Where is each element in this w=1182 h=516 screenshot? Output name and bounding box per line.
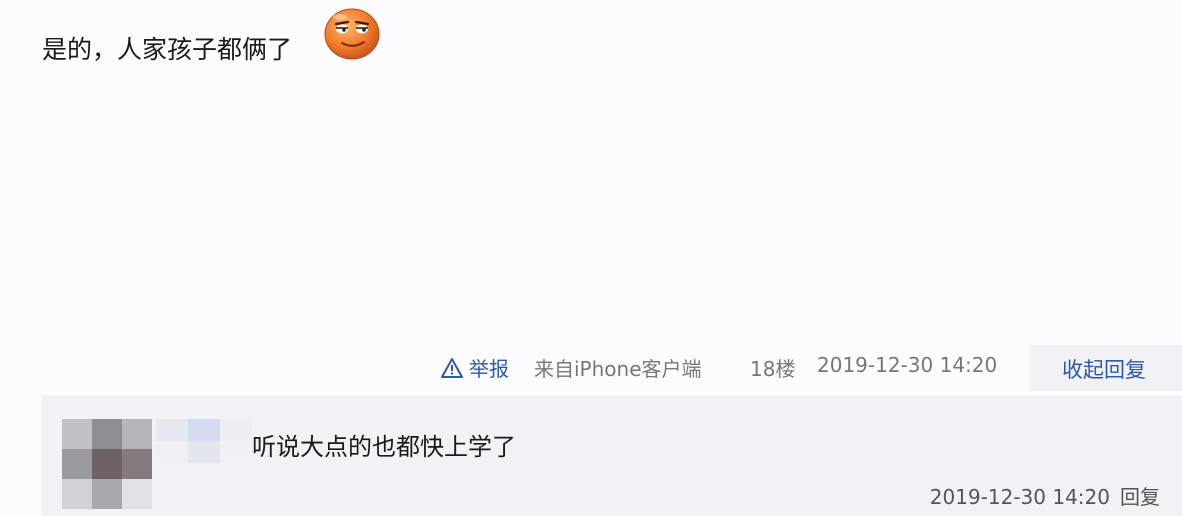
report-button[interactable]: 举报 <box>440 353 509 382</box>
collapse-reply-button[interactable]: 收起回复 <box>1062 354 1146 384</box>
post-source: 来自iPhone客户端 <box>534 357 702 381</box>
floor-number: 18楼 <box>750 357 796 381</box>
reply-button[interactable]: 回复 <box>1120 485 1160 509</box>
post-timestamp: 2019-12-30 14:20 <box>817 353 998 377</box>
post-text: 是的，人家孩子都俩了 <box>42 35 293 64</box>
avatar[interactable] <box>62 419 152 509</box>
post-body: 是的，人家孩子都俩了 <box>0 0 1182 395</box>
post-meta-bar: 举报 来自iPhone客户端 18楼 2019-12-30 14:20 收起回复 <box>0 345 1182 391</box>
reply-meta: 2019-12-30 14:20 回复 <box>930 481 1160 510</box>
warning-triangle-icon <box>441 358 463 378</box>
reply-list: 听说大点的也都快上学了 2019-12-30 14:20 回复 <box>42 395 1182 516</box>
reply-username-blurred[interactable] <box>156 419 252 463</box>
reply-text: 听说大点的也都快上学了 <box>252 433 516 461</box>
collapse-reply-box: 收起回复 <box>1030 345 1182 391</box>
smirk-face-emoji-icon <box>324 8 380 60</box>
report-label: 举报 <box>469 357 509 381</box>
reply-timestamp: 2019-12-30 14:20 <box>929 485 1110 509</box>
